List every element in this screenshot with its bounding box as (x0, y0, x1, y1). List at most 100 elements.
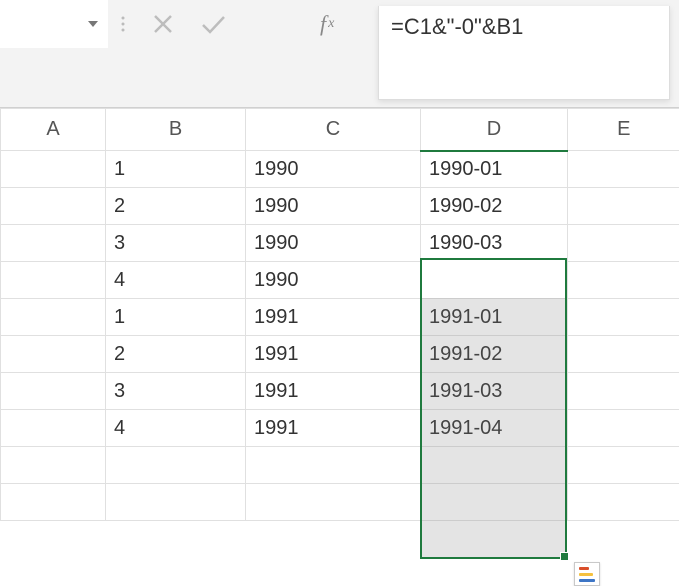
autofill-icon-bar (579, 573, 593, 576)
cell-b[interactable]: 2 (106, 188, 246, 225)
cell-d[interactable]: 1991-03 (421, 373, 568, 410)
cell-c[interactable] (246, 484, 421, 521)
cell-a[interactable] (1, 225, 106, 262)
cell-e[interactable] (568, 225, 679, 262)
cell-d[interactable] (421, 447, 568, 484)
column-header-e[interactable]: E (568, 109, 679, 151)
cell-c[interactable]: 1991 (246, 336, 421, 373)
fx-x: x (328, 16, 334, 32)
cell-c[interactable]: 1990 (246, 151, 421, 188)
spreadsheet-grid[interactable]: A B C D E 119901990-01219901990-02319901… (0, 108, 679, 521)
table-row[interactable]: 3 1991 1991-03 (1, 373, 679, 410)
cell-b[interactable]: 1 (106, 299, 246, 336)
cell-c[interactable]: 1991 (246, 299, 421, 336)
cell-value: 1 (114, 158, 125, 180)
cell-b[interactable] (106, 484, 246, 521)
cell-d[interactable]: 1991-04 (421, 410, 568, 447)
formula-text: =C1&"-0"&B1 (391, 14, 523, 39)
cell-d[interactable] (421, 484, 568, 521)
chevron-down-icon[interactable] (88, 21, 98, 27)
column-header-c[interactable]: C (246, 109, 421, 151)
cell-d[interactable]: 1991-02 (421, 336, 568, 373)
cell-c[interactable]: 1990 (246, 262, 421, 299)
cell-b[interactable]: 3 (106, 225, 246, 262)
cell-e[interactable] (568, 447, 679, 484)
cell-a[interactable] (1, 447, 106, 484)
cell-e[interactable] (568, 373, 679, 410)
cell-value: 4 (114, 269, 125, 291)
fill-handle[interactable] (560, 552, 569, 561)
column-header-d[interactable]: D (421, 109, 568, 151)
table-row[interactable]: 2 1991 1991-02 (1, 336, 679, 373)
autofill-options-button[interactable] (574, 562, 600, 586)
table-row[interactable]: 4 1990 1990-04 (1, 262, 679, 299)
cell-value: 2 (114, 343, 125, 365)
cell-b[interactable]: 3 (106, 373, 246, 410)
cell-d[interactable]: 1990-01 (421, 151, 568, 188)
cell-a[interactable] (1, 151, 106, 188)
check-icon (200, 13, 226, 35)
cell-a[interactable] (1, 484, 106, 521)
cell-c[interactable]: 1990 (246, 188, 421, 225)
cell-e[interactable] (568, 410, 679, 447)
table-row[interactable]: 4 19911991-04 (1, 410, 679, 447)
insert-function-button[interactable]: fx (320, 0, 334, 48)
cell-value: 1990-03 (429, 232, 502, 254)
table-row[interactable] (1, 447, 679, 484)
cell-value: 1991 (254, 306, 299, 328)
cell-a[interactable] (1, 336, 106, 373)
cell-value: 1991-01 (429, 306, 502, 328)
cell-value: 1990-04 (429, 269, 502, 291)
table-row[interactable]: 1 1990 1990-01 (1, 151, 679, 188)
cell-e[interactable] (568, 299, 679, 336)
formula-input[interactable]: =C1&"-0"&B1 (378, 6, 670, 100)
enter-button[interactable] (188, 0, 238, 48)
cell-b[interactable]: 2 (106, 336, 246, 373)
table-row[interactable]: 2 1990 1990-02 (1, 188, 679, 225)
cancel-button[interactable] (138, 0, 188, 48)
cell-c[interactable]: 1991 (246, 410, 421, 447)
column-header-b[interactable]: B (106, 109, 246, 151)
formula-toolbar (108, 0, 238, 48)
cell-d[interactable]: 1991-01 (421, 299, 568, 336)
cell-value: 1990 (254, 232, 299, 254)
toolbar-separator (108, 0, 138, 48)
table-row[interactable] (1, 484, 679, 521)
cell-e[interactable] (568, 336, 679, 373)
cell-b[interactable]: 4 (106, 262, 246, 299)
cell-a[interactable] (1, 373, 106, 410)
cell-value: 1990-02 (429, 195, 502, 217)
cell-c[interactable] (246, 447, 421, 484)
worksheet[interactable]: A B C D E 119901990-01219901990-02319901… (0, 108, 679, 521)
cell-c[interactable]: 1990 (246, 225, 421, 262)
cell-value: 1991-02 (429, 343, 502, 365)
cell-a[interactable] (1, 299, 106, 336)
name-box[interactable] (0, 0, 108, 48)
cell-c[interactable]: 1991 (246, 373, 421, 410)
cell-e[interactable] (568, 484, 679, 521)
cell-value: 1991 (254, 380, 299, 402)
table-row[interactable]: 3 1990 1990-03 (1, 225, 679, 262)
cell-e[interactable] (568, 188, 679, 225)
x-icon (152, 13, 174, 35)
cell-b[interactable] (106, 447, 246, 484)
cell-value: 4 (114, 417, 125, 439)
cell-d[interactable]: 1990-04 (421, 262, 568, 299)
cell-a[interactable] (1, 262, 106, 299)
cell-d[interactable]: 1990-02 (421, 188, 568, 225)
cell-d[interactable]: 1990-03 (421, 225, 568, 262)
cell-value: 1990 (254, 195, 299, 217)
cell-a[interactable] (1, 410, 106, 447)
column-header-a[interactable]: A (1, 109, 106, 151)
table-row[interactable]: 1 1991 1991-01 (1, 299, 679, 336)
cell-value: 1 (114, 306, 125, 328)
cell-value: 1990 (254, 158, 299, 180)
autofill-icon-bar (579, 567, 589, 570)
cell-e[interactable] (568, 262, 679, 299)
column-header-row: A B C D E (1, 109, 679, 151)
cell-value: 3 (114, 232, 125, 254)
cell-a[interactable] (1, 188, 106, 225)
cell-e[interactable] (568, 151, 679, 188)
cell-b[interactable]: 1 (106, 151, 246, 188)
cell-b[interactable]: 4 (106, 410, 246, 447)
